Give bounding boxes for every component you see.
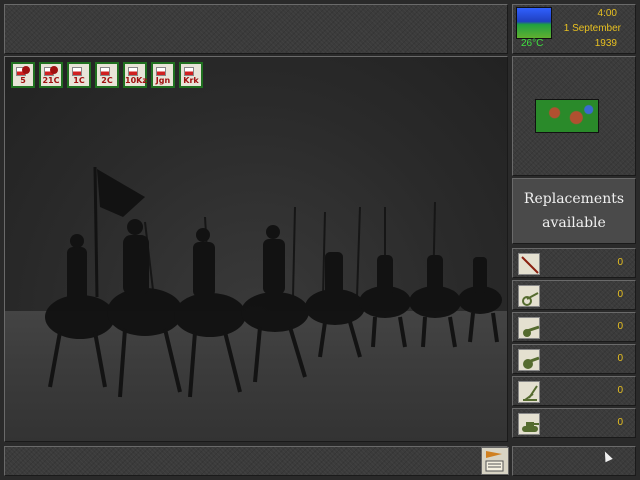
bottom-right-panel [512,446,636,476]
replacement-count: 0 [617,321,623,332]
cavalry-unit-icon [22,66,30,74]
polish-flag-icon [184,67,194,76]
replacements-header: Replacements available [512,178,636,244]
replacement-row-light-gun[interactable]: 0 [512,280,636,310]
polish-flag-icon [128,67,138,76]
polish-flag-icon [100,67,110,76]
replacement-row-heavy-gun[interactable]: 0 [512,344,636,374]
clear-sky-icon [516,7,552,39]
replacement-count: 0 [617,385,623,396]
unit-label: 21C [42,76,60,85]
replacement-count: 0 [617,289,623,300]
unit-label: Krk [183,76,199,85]
unit-button-5[interactable]: 5 [11,62,35,88]
cavalry-photo [5,57,507,441]
infantry-rifle-icon [518,253,540,275]
cavalry-unit-icon [50,66,58,74]
field-gun-icon [518,317,540,339]
replacement-count: 0 [617,417,623,428]
replacement-row-tank[interactable]: 0 [512,408,636,438]
orders-button[interactable] [481,447,509,475]
polish-flag-icon [156,67,166,76]
unit-button-21c[interactable]: 21C [39,62,63,88]
minimap-panel [512,56,636,176]
date-weather-panel: 26°C 4:00 1 September 1939 [512,4,636,54]
game-time: 4:00 [597,8,617,19]
unit-label: 2C [101,76,113,85]
unit-button-jgn[interactable]: Jgn [151,62,175,88]
tank-icon [518,413,540,435]
game-date: 1 September [563,23,621,34]
unit-button-10kz[interactable]: 10Kz [123,62,147,88]
flag-document-icon [485,451,504,472]
unit-button-1c[interactable]: 1C [67,62,91,88]
cavalry-silhouettes [45,166,502,398]
light-gun-icon [518,285,540,307]
top-message-bar [4,4,508,54]
game-year: 1939 [594,38,617,49]
heavy-gun-icon [518,349,540,371]
unit-label: 10Kz [125,76,147,85]
unit-button-2c[interactable]: 2C [95,62,119,88]
unit-label: 5 [20,76,26,85]
replacement-row-infantry[interactable]: 0 [512,248,636,278]
temperature: 26°C [521,38,544,49]
replacement-count: 0 [617,257,623,268]
minimap[interactable] [535,99,599,133]
replacement-row-anti-aircraft[interactable]: 0 [512,376,636,406]
replacement-row-field-gun[interactable]: 0 [512,312,636,342]
main-view: 5 21C 1C 2C 10Kz Jgn Krk [4,56,508,442]
bottom-status-bar [4,446,509,476]
unit-label: Jgn [155,76,171,85]
replacement-count: 0 [617,353,623,364]
anti-aircraft-gun-icon [518,381,540,403]
unit-label: 1C [73,76,85,85]
unit-button-bar: 5 21C 1C 2C 10Kz Jgn Krk [11,62,203,88]
replacements-title: Replacements available [523,191,625,231]
polish-flag-icon [72,67,82,76]
unit-button-krk[interactable]: Krk [179,62,203,88]
